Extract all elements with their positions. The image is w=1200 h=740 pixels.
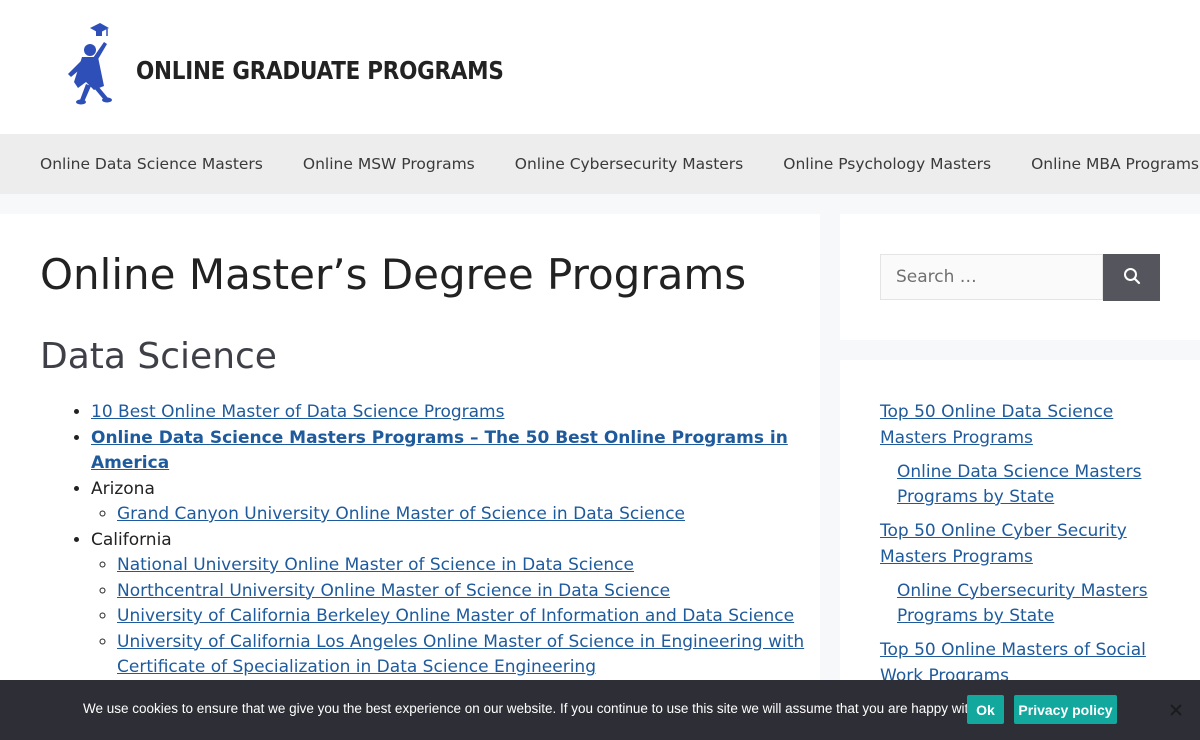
- main-navigation: Online Data Science Masters Online MSW P…: [0, 134, 1200, 194]
- graduate-logo-icon[interactable]: [60, 20, 116, 110]
- state-item: Arizona Grand Canyon University Online M…: [91, 477, 820, 528]
- nav-item-msw-programs[interactable]: Online MSW Programs: [283, 134, 495, 194]
- sidebar-link[interactable]: Top 50 Online Data Science Masters Progr…: [880, 400, 1180, 451]
- list-item: Grand Canyon University Online Master of…: [117, 502, 820, 528]
- program-link[interactable]: Northcentral University Online Master of…: [117, 581, 670, 601]
- list-item: Online Data Science Masters Programs – T…: [91, 426, 820, 477]
- privacy-policy-button[interactable]: Privacy policy: [1014, 695, 1117, 724]
- program-link[interactable]: Online Data Science Masters Programs – T…: [91, 428, 788, 474]
- main-content: Online Master’s Degree Programs Data Sci…: [0, 214, 820, 740]
- program-link[interactable]: National University Online Master of Sci…: [117, 555, 634, 575]
- cookie-banner: We use cookies to ensure that we give yo…: [0, 680, 1200, 740]
- page-title: Online Master’s Degree Programs: [40, 250, 747, 299]
- list-item: 10 Best Online Master of Data Science Pr…: [91, 400, 820, 426]
- sidebar-link[interactable]: Top 50 Online Cyber Security Masters Pro…: [880, 519, 1180, 570]
- list-item: University of California Los Angeles Onl…: [117, 630, 820, 681]
- state-name: California: [91, 529, 172, 550]
- search-input[interactable]: [880, 254, 1103, 300]
- program-link[interactable]: University of California Los Angeles Onl…: [117, 632, 804, 678]
- nav-item-psychology-masters[interactable]: Online Psychology Masters: [763, 134, 1011, 194]
- sidebar-link[interactable]: Online Cybersecurity Masters Programs by…: [897, 579, 1180, 630]
- search-widget: [840, 214, 1200, 340]
- sidebar-link[interactable]: Online Data Science Masters Programs by …: [897, 460, 1180, 511]
- site-title[interactable]: ONLINE GRADUATE PROGRAMS: [136, 56, 504, 85]
- program-link[interactable]: 10 Best Online Master of Data Science Pr…: [91, 402, 504, 422]
- list-item: University of California Berkeley Online…: [117, 604, 820, 630]
- section-title: Data Science: [40, 336, 277, 377]
- search-button[interactable]: [1103, 254, 1160, 301]
- program-list: 10 Best Online Master of Data Science Pr…: [40, 400, 820, 681]
- close-icon[interactable]: [1166, 700, 1186, 720]
- state-name: Arizona: [91, 478, 155, 499]
- list-item: National University Online Master of Sci…: [117, 553, 820, 579]
- state-item: California National University Online Ma…: [91, 528, 820, 681]
- nav-item-mba-programs[interactable]: Online MBA Programs: [1011, 134, 1200, 194]
- program-link[interactable]: Grand Canyon University Online Master of…: [117, 504, 685, 524]
- site-header: ONLINE GRADUATE PROGRAMS: [0, 0, 1200, 134]
- list-item: Northcentral University Online Master of…: [117, 579, 820, 605]
- cookie-ok-button[interactable]: Ok: [967, 695, 1004, 724]
- cookie-message: We use cookies to ensure that we give yo…: [83, 701, 990, 716]
- search-icon: [1123, 268, 1140, 285]
- program-link[interactable]: University of California Berkeley Online…: [117, 606, 794, 626]
- nav-item-data-science-masters[interactable]: Online Data Science Masters: [20, 134, 283, 194]
- nav-item-cybersecurity-masters[interactable]: Online Cybersecurity Masters: [495, 134, 764, 194]
